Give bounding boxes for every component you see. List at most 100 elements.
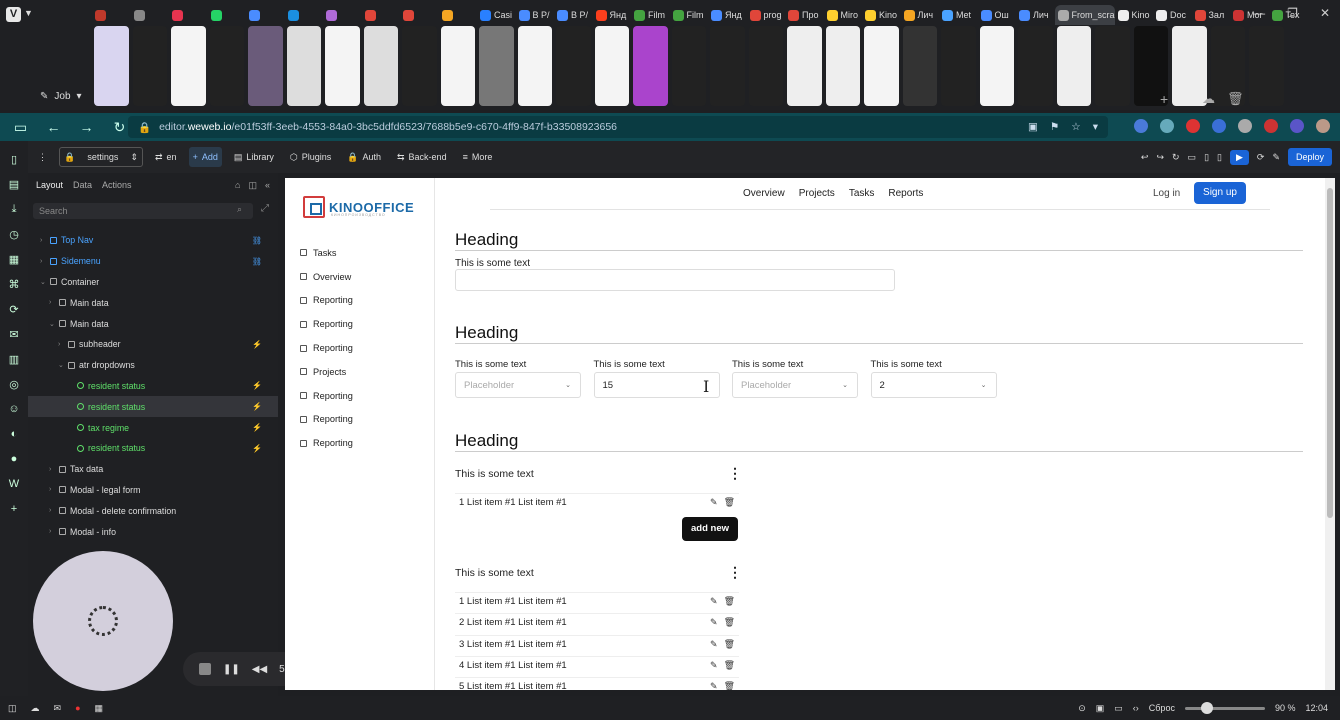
page-select[interactable]: 🔒 settings ⇕ <box>59 147 143 167</box>
redo-icon[interactable]: ↪ <box>1156 152 1164 163</box>
expand-caret-icon[interactable]: › <box>58 341 68 348</box>
trash-icon[interactable]: 🗑 <box>724 639 735 650</box>
tab-thumbnail[interactable] <box>208 26 247 106</box>
layer-node[interactable]: resident status ⚡ <box>28 438 278 459</box>
list-item[interactable]: 2 List item #1 List item #1 ✎ 🗑 <box>455 613 739 631</box>
scrollbar-thumb[interactable] <box>1327 188 1333 518</box>
url-field[interactable]: 🔒 editor.weweb.io/e01f53ff-3eeb-4553-84a… <box>128 116 1108 138</box>
layer-node[interactable]: ⌄ Container <box>28 272 278 293</box>
vivaldi-icon[interactable]: ● <box>6 451 22 467</box>
dropdown-select[interactable]: Placeholder ⌄ <box>455 372 581 398</box>
tab-thumbnail[interactable] <box>554 26 593 106</box>
back-arrow-icon[interactable]: ← <box>41 119 66 135</box>
browser-tab[interactable] <box>246 5 285 25</box>
extension-icon[interactable] <box>1238 119 1252 133</box>
layer-node[interactable]: › Main data <box>28 292 278 313</box>
browser-tab[interactable]: Ош <box>978 5 1017 25</box>
tab-thumbnail[interactable] <box>631 26 670 106</box>
dropdown-select[interactable]: Placeholder ⌄ <box>732 372 858 398</box>
browser-tab[interactable] <box>169 5 208 25</box>
browser-tab[interactable] <box>131 5 170 25</box>
tab-thumbnail[interactable] <box>92 26 131 106</box>
kebab-menu-icon[interactable]: ⋮ <box>34 147 51 167</box>
calendar-icon[interactable]: ▥ <box>6 351 22 367</box>
sidebar-item[interactable]: Reporting <box>300 312 353 336</box>
workspace-selector[interactable]: ✎ Job ▾ <box>40 91 82 102</box>
collapse-icon[interactable]: « <box>265 180 270 191</box>
tab-thumbnail[interactable] <box>169 26 208 106</box>
cloud-icon[interactable]: ☁ <box>31 703 40 714</box>
browser-tab[interactable]: From_scra <box>1054 5 1115 25</box>
expand-caret-icon[interactable]: › <box>40 237 50 244</box>
layer-node[interactable]: › Modal - delete confirmation <box>28 500 278 521</box>
sidebar-item[interactable]: Overview <box>300 265 353 289</box>
browser-tab[interactable]: Casi <box>477 5 516 25</box>
list-item[interactable]: 1 List item #1 List item #1 ✎ 🗑 <box>455 592 739 610</box>
layer-node[interactable]: › Modal - legal form <box>28 480 278 501</box>
close-icon[interactable]: ✕ <box>1320 6 1330 20</box>
trash-icon[interactable]: 🗑 <box>1227 91 1244 107</box>
mastodon-icon[interactable]: ◐ <box>6 426 22 442</box>
tab-thumbnail[interactable] <box>939 26 978 106</box>
browser-tab[interactable]: Film <box>631 5 670 25</box>
trash-icon[interactable]: 🗑 <box>724 660 735 671</box>
history-icon[interactable]: ◷ <box>6 226 22 242</box>
browser-tab[interactable]: Про <box>785 5 824 25</box>
trash-icon[interactable]: 🗑 <box>724 596 735 607</box>
extension-icon[interactable] <box>1264 119 1278 133</box>
sidebar-item[interactable]: Reporting <box>300 384 353 408</box>
layer-node[interactable]: › Sidemenu ⛓ <box>28 251 278 272</box>
tab-thumbnail[interactable] <box>593 26 632 106</box>
layer-node[interactable]: resident status ⚡ <box>28 376 278 397</box>
chevron-down-icon[interactable]: ▼ <box>24 8 33 18</box>
sidebar-item[interactable]: Reporting <box>300 289 353 313</box>
tab-thumbnail[interactable] <box>285 26 324 106</box>
reader-icon[interactable]: ⚑ <box>1050 121 1059 133</box>
reading-icon[interactable]: ▤ <box>6 176 22 192</box>
list-item[interactable]: 5 List item #1 List item #1 ✎ 🗑 <box>455 677 739 690</box>
image-icon[interactable]: ▣ <box>1096 703 1105 714</box>
edit-icon[interactable]: ✎ <box>710 639 718 650</box>
tab-thumbnail[interactable] <box>131 26 170 106</box>
tab-thumbnail[interactable] <box>1055 26 1094 106</box>
canvas-scrollbar[interactable] <box>1325 178 1335 690</box>
tab-thumbnail[interactable] <box>785 26 824 106</box>
browser-tab[interactable]: Янд <box>708 5 747 25</box>
trash-icon[interactable]: 🗑 <box>724 681 735 690</box>
layer-node[interactable]: › subheader ⚡ <box>28 334 278 355</box>
browser-tab[interactable] <box>439 5 478 25</box>
nav-link[interactable]: Reports <box>888 188 923 199</box>
expand-caret-icon[interactable]: › <box>49 486 59 493</box>
calendar-icon[interactable]: ▦ <box>95 703 104 714</box>
extension-icon[interactable] <box>1290 119 1304 133</box>
undo-icon[interactable]: ↩ <box>1141 152 1149 163</box>
zoom-slider-handle[interactable] <box>1200 701 1213 714</box>
picker-icon[interactable] <box>1160 119 1174 133</box>
bookmarks-icon[interactable]: ▯ <box>6 151 22 167</box>
browser-tab[interactable] <box>285 5 324 25</box>
browser-tab[interactable] <box>400 5 439 25</box>
expand-icon[interactable]: ⤢ <box>261 203 269 214</box>
signup-button[interactable]: Sign up <box>1194 182 1246 204</box>
translate-icon[interactable]: ⌘ <box>6 276 22 292</box>
tab-thumbnail[interactable] <box>1093 26 1132 106</box>
edit-icon[interactable]: ✎ <box>710 596 718 607</box>
browser-tab[interactable] <box>208 5 247 25</box>
dropdown-select[interactable]: 15 <box>593 372 720 398</box>
mobile-view-icon[interactable]: ▯ <box>1217 152 1222 163</box>
tab-actions[interactable]: Actions <box>102 180 132 190</box>
cloud-icon[interactable]: ☁ <box>1202 91 1215 107</box>
bookmark-icon[interactable]: ☆ <box>1071 121 1080 133</box>
add-panel-icon[interactable]: + <box>6 501 22 517</box>
tab-thumbnail[interactable] <box>901 26 940 106</box>
split-icon[interactable]: ◫ <box>248 180 257 191</box>
chevron-down-icon[interactable]: ▾ <box>1093 121 1098 133</box>
expand-caret-icon[interactable]: ⌄ <box>58 361 68 369</box>
browser-tab[interactable]: Лич <box>901 5 940 25</box>
library-button[interactable]: ▤ Library <box>230 147 278 167</box>
trash-icon[interactable]: 🗑 <box>724 497 735 508</box>
edit-icon[interactable]: ✎ <box>710 681 718 690</box>
sidebar-item[interactable]: Tasks <box>300 241 353 265</box>
tab-thumbnail[interactable] <box>1247 26 1286 106</box>
extension-icon[interactable] <box>1212 119 1226 133</box>
